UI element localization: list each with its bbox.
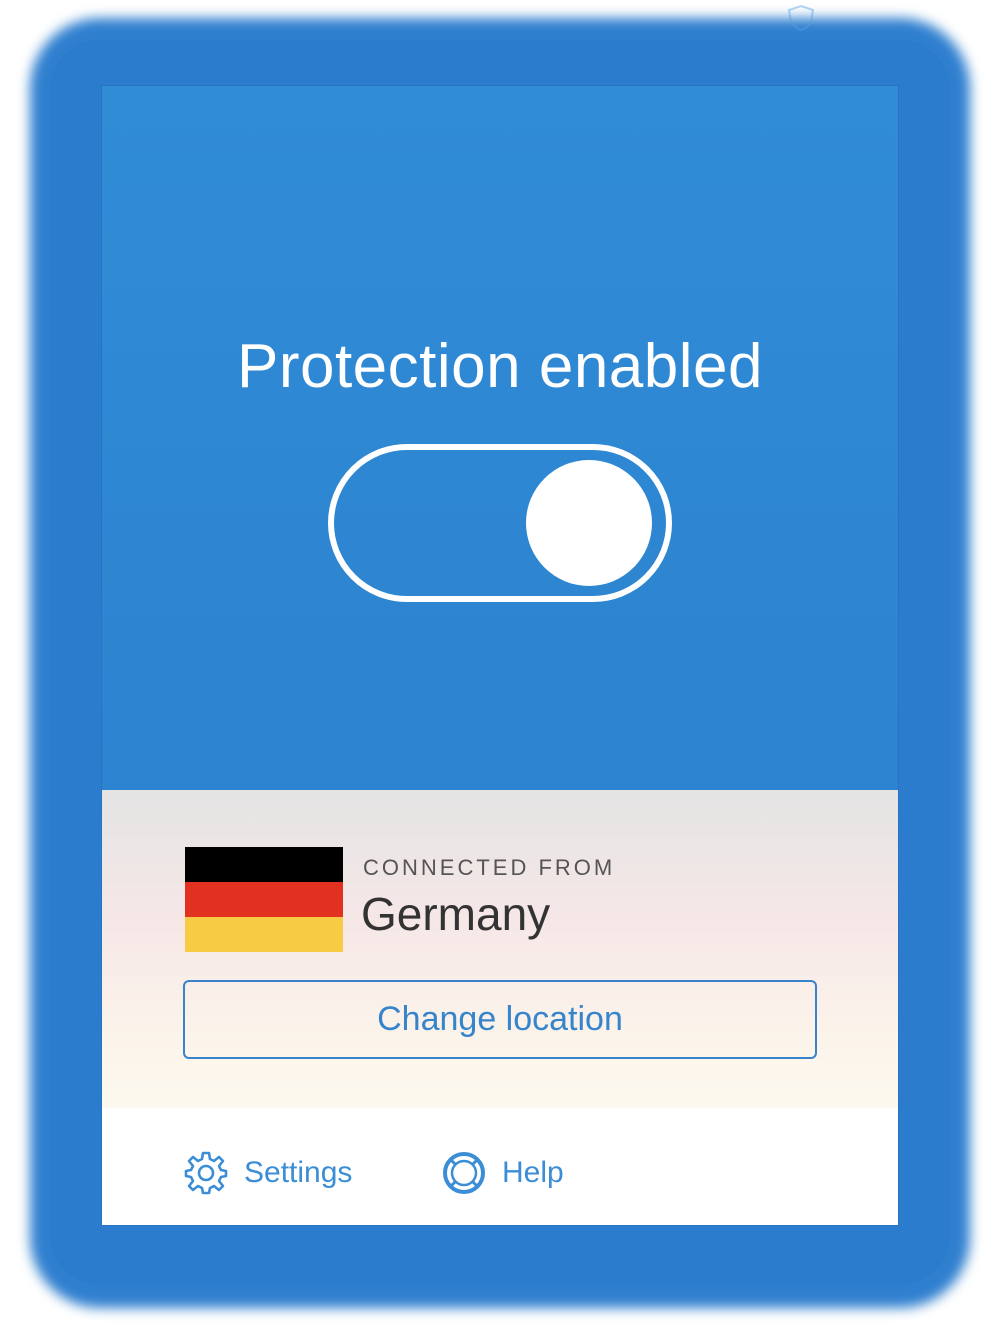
flag-stripe-black	[185, 847, 343, 882]
protection-toggle[interactable]	[328, 444, 672, 602]
location-panel: CONNECTED FROM Germany Change location	[102, 790, 898, 1108]
protection-status-panel: Protection enabled	[102, 86, 898, 790]
change-location-button[interactable]: Change location	[183, 980, 817, 1059]
flag-stripe-gold	[185, 917, 343, 952]
protection-status-title: Protection enabled	[236, 332, 764, 401]
vpn-app-window: Protection enabled CONNECTED FROM German…	[102, 86, 898, 1225]
connected-from-label: CONNECTED FROM	[363, 855, 616, 880]
lifebuoy-icon	[440, 1149, 488, 1197]
gear-icon	[182, 1149, 230, 1197]
footer-bar: Settings Help	[102, 1108, 898, 1225]
help-label: Help	[502, 1156, 564, 1189]
germany-flag-icon	[185, 847, 343, 952]
toggle-knob	[526, 460, 652, 586]
flag-stripe-red	[185, 882, 343, 917]
app-backdrop: Protection enabled CONNECTED FROM German…	[0, 0, 1000, 1333]
settings-label: Settings	[244, 1156, 353, 1189]
settings-link[interactable]: Settings	[182, 1151, 353, 1195]
help-link[interactable]: Help	[440, 1152, 564, 1194]
connected-country: Germany	[361, 888, 551, 940]
faint-shield-icon	[787, 4, 815, 32]
